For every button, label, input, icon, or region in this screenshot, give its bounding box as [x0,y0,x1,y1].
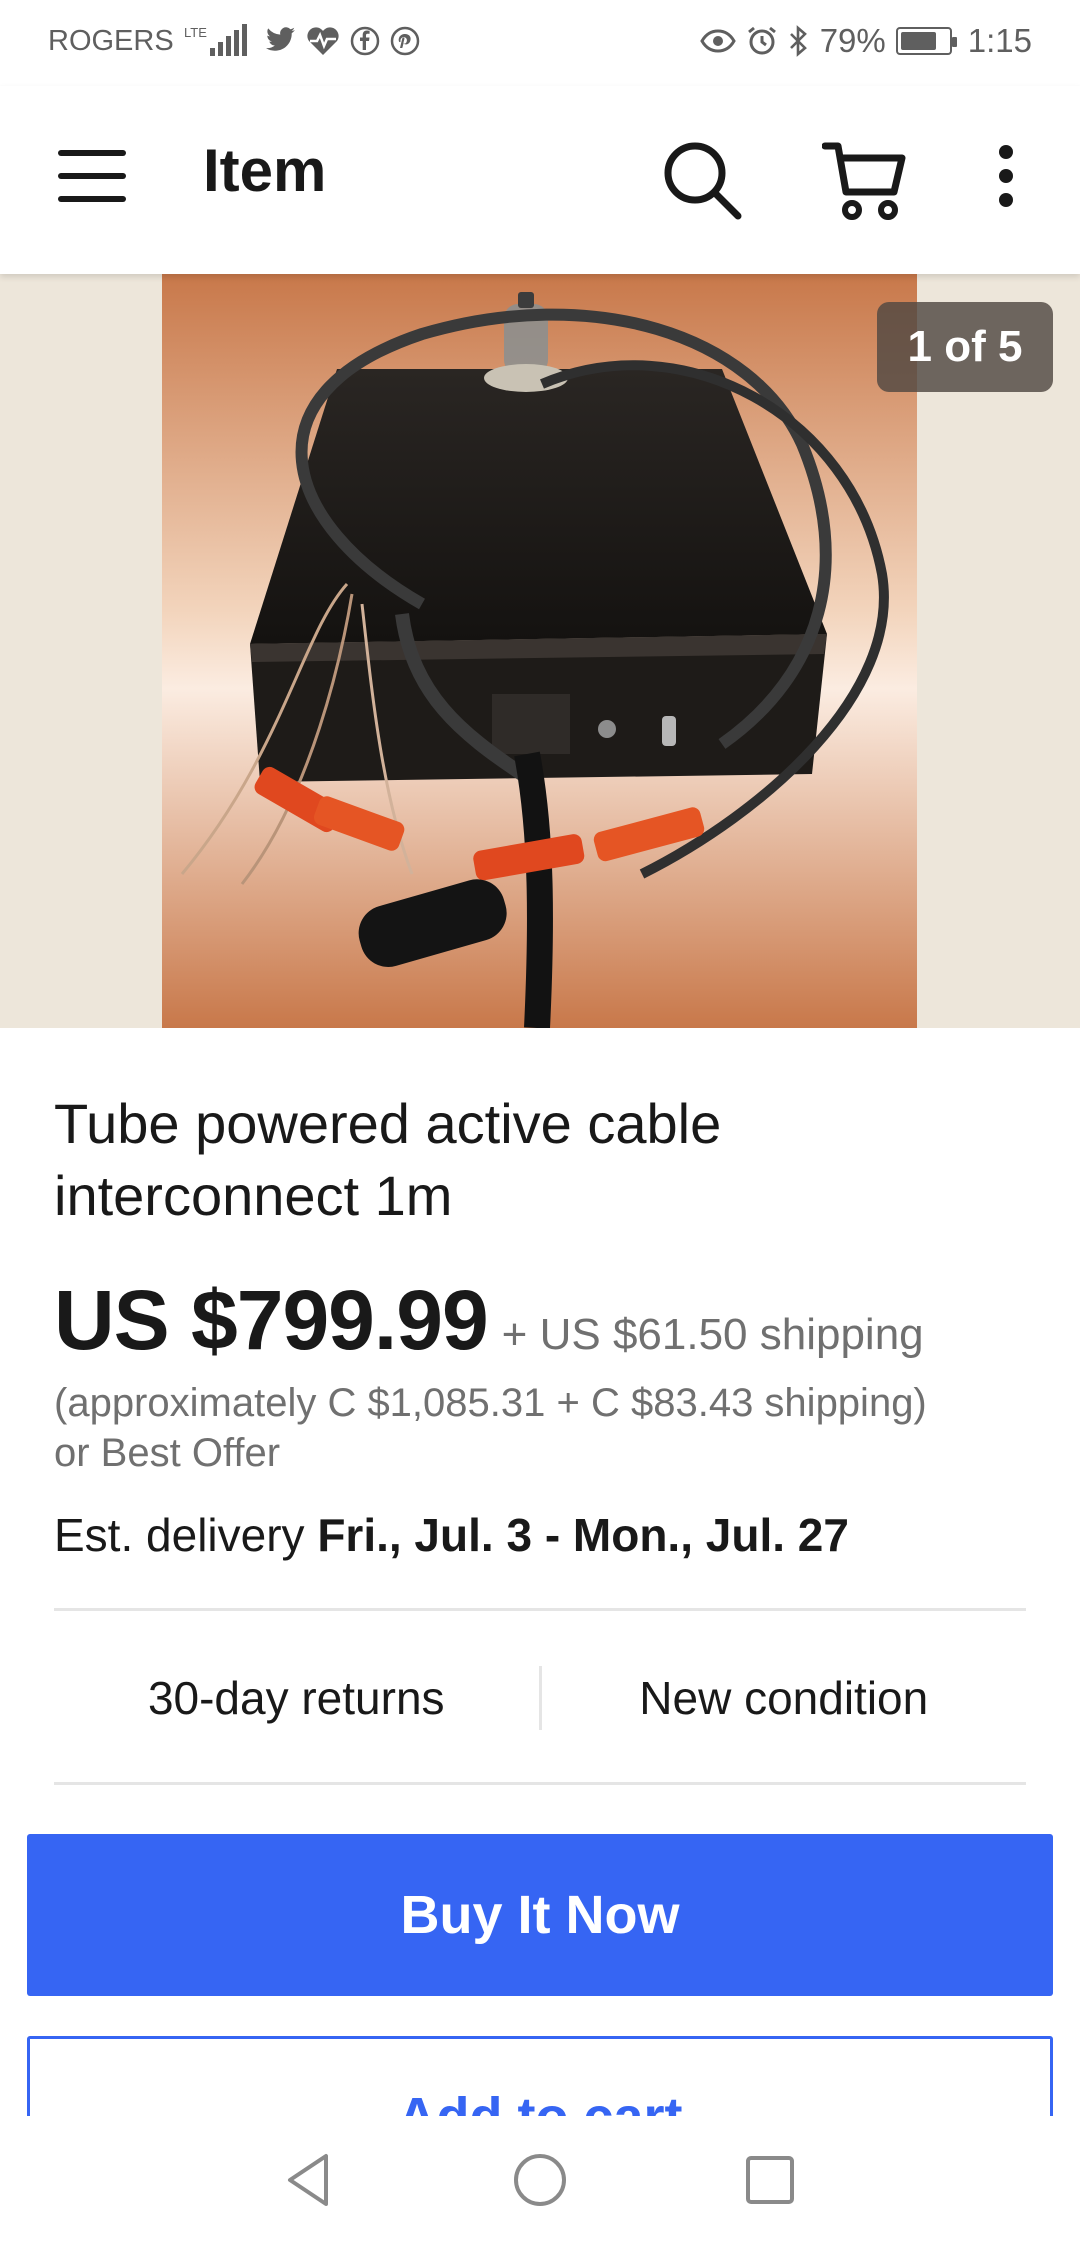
delivery-dates: Fri., Jul. 3 - Mon., Jul. 27 [317,1509,849,1561]
svg-text:LTE: LTE [184,25,207,40]
clock-time: 1:15 [967,22,1032,59]
heart-pulse-icon [306,26,340,56]
divider-bottom [54,1782,1026,1785]
battery-icon [895,27,957,55]
status-bar: ROGERS LTE 79% 1:15 [0,0,1080,86]
add-to-cart-area: Add to cart [0,2036,1080,2116]
back-icon[interactable] [280,2150,340,2210]
buy-it-now-button[interactable]: Buy It Now [27,1834,1053,1996]
delivery-prefix: Est. delivery [54,1509,318,1561]
carrier-label: ROGERS [48,24,174,57]
status-left: ROGERS LTE [48,24,420,58]
returns-policy[interactable]: 30-day returns [54,1671,539,1725]
system-nav-bar [0,2116,1080,2244]
twitter-icon [264,27,296,55]
shipping-cost: + US $61.50 shipping [501,1310,924,1359]
item-price: US $799.99 [54,1273,489,1367]
cart-icon[interactable] [821,140,908,222]
item-condition[interactable]: New condition [542,1671,1027,1725]
eye-icon [699,27,736,55]
item-title: Tube powered active cable interconnect 1… [54,1092,722,1227]
approximate-price: (approximately C $1,085.31 + C $83.43 sh… [54,1378,1034,1478]
best-offer-label: or Best Offer [54,1431,281,1475]
approximate-price-cad: (approximately C $1,085.31 + C $83.43 sh… [54,1381,927,1425]
status-right: 79% 1:15 [699,22,1032,60]
hamburger-menu-icon[interactable] [56,144,132,208]
add-to-cart-button[interactable]: Add to cart [27,2036,1053,2116]
battery-fill [900,32,936,50]
search-icon[interactable] [660,138,744,222]
divider-top [54,1608,1026,1611]
alarm-icon [746,25,778,57]
pinterest-icon [390,26,420,56]
lte-signal-icon: LTE [184,24,254,58]
page-title: Item [203,137,327,204]
facebook-icon [350,26,380,56]
recents-icon[interactable] [740,2150,800,2210]
home-icon[interactable] [510,2150,570,2210]
product-photo[interactable] [162,274,917,1028]
bluetooth-icon [788,25,810,57]
battery-percent: 79% [819,22,886,59]
more-vertical-icon[interactable] [986,144,1026,208]
price-row: US $799.99 + US $61.50 shipping [54,1272,924,1369]
image-gallery[interactable]: 1 of 5 [0,274,1080,1028]
item-features: 30-day returns New condition [54,1612,1026,1784]
app-bar: Item [0,86,1080,274]
estimated-delivery: Est. delivery Fri., Jul. 3 - Mon., Jul. … [54,1508,849,1562]
image-counter-badge: 1 of 5 [877,302,1053,392]
